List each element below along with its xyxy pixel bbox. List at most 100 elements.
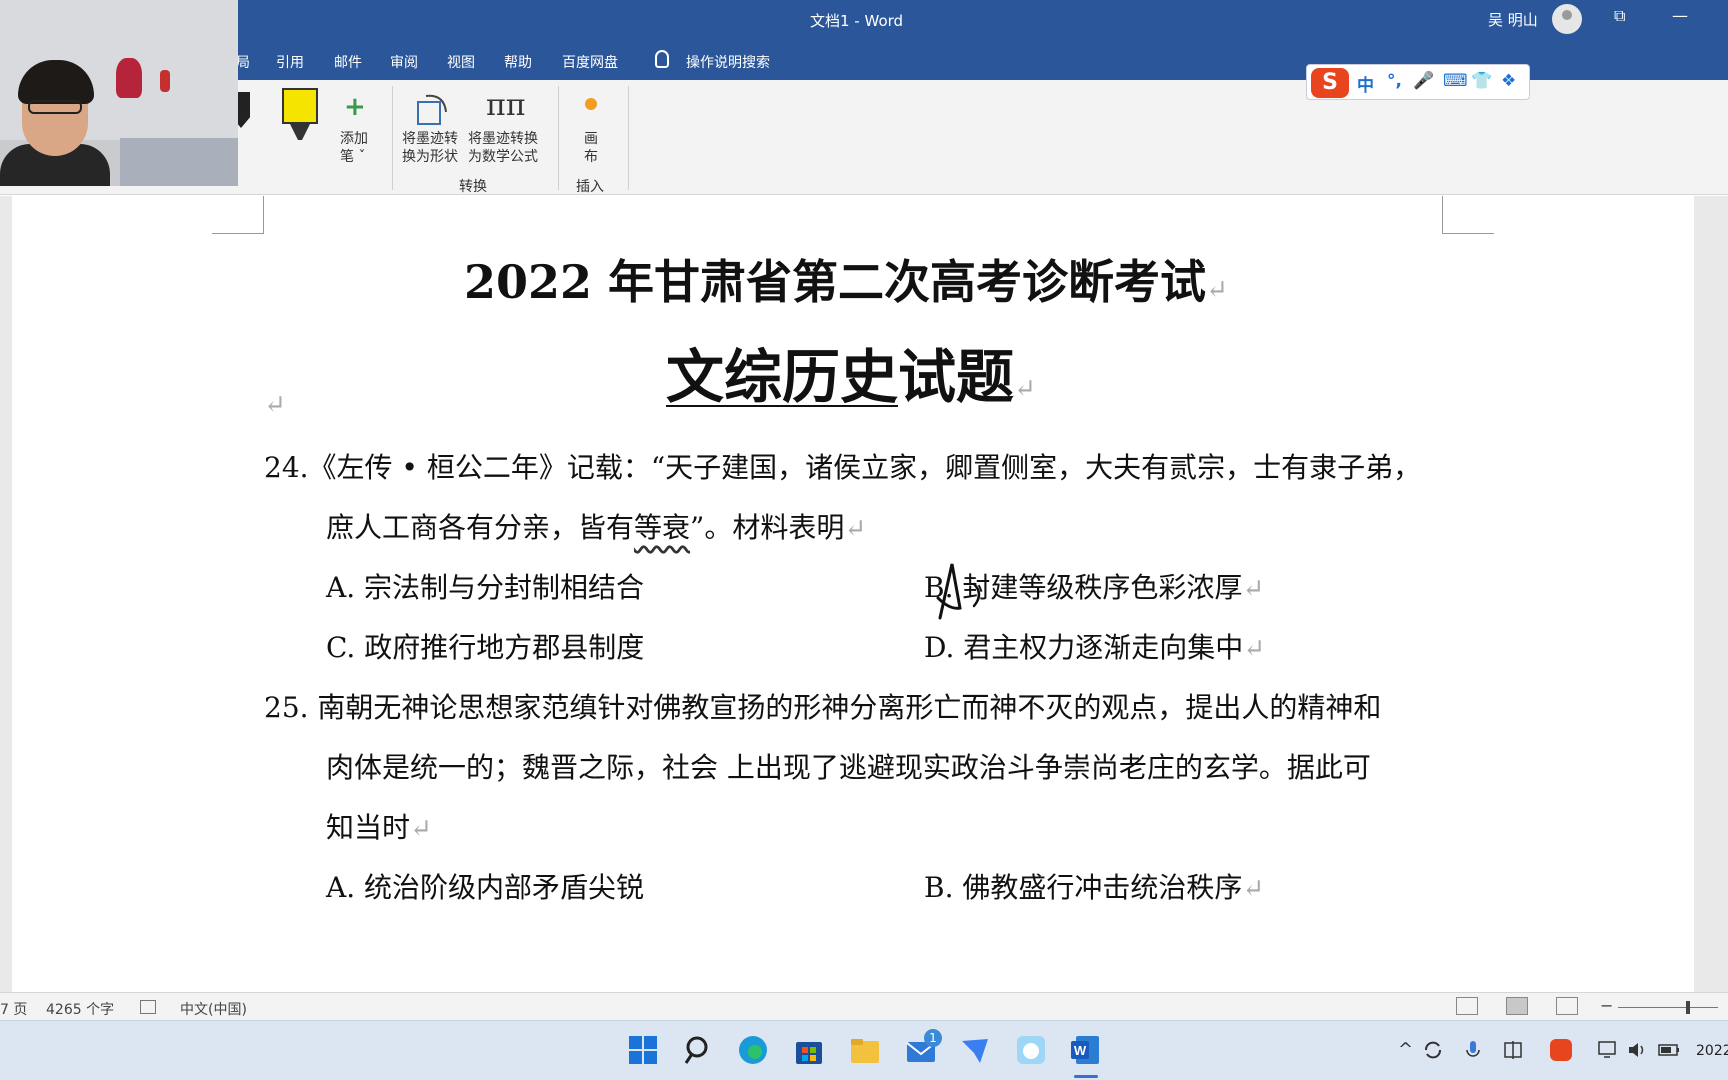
q25-option-b[interactable]: B. 佛教盛行冲击统治秩序↵ bbox=[924, 866, 1264, 906]
q24-option-d[interactable]: D. 君主权力逐渐走向集中↵ bbox=[924, 626, 1265, 666]
lightbulb-icon[interactable] bbox=[655, 50, 669, 68]
user-name[interactable]: 吴 明山 bbox=[1488, 9, 1538, 30]
status-bar: 7 页 4265 个字 中文(中国) − bbox=[0, 992, 1728, 1020]
q24-option-a[interactable]: A. 宗法制与分封制相结合 bbox=[326, 566, 644, 606]
highlighter-icon[interactable] bbox=[282, 88, 318, 124]
empty-paragraph[interactable]: ↵ bbox=[264, 390, 286, 420]
ime-chinese-mode[interactable]: 中 bbox=[1357, 71, 1374, 96]
page-corner-mark bbox=[1442, 196, 1494, 234]
user-avatar-icon[interactable] bbox=[1552, 4, 1582, 34]
web-layout-button[interactable] bbox=[1556, 997, 1578, 1015]
search-icon[interactable] bbox=[682, 1033, 716, 1067]
tab-review[interactable]: 审阅 bbox=[390, 52, 418, 72]
question-24-line-2[interactable]: 庶人工商各有分亲，皆有等衰”。材料表明↵ bbox=[326, 506, 866, 546]
ribbon-separator bbox=[558, 86, 559, 190]
question-25-line-1[interactable]: 25. 南朝无神论思想家范缜针对佛教宣扬的形神分离形亡而神不灭的观点，提出人的精… bbox=[264, 686, 1381, 726]
network-icon[interactable] bbox=[1596, 1039, 1620, 1061]
paragraph-mark: ↵ bbox=[1242, 574, 1265, 604]
tab-layout[interactable]: 局 bbox=[236, 52, 250, 72]
start-windows-icon[interactable] bbox=[626, 1033, 660, 1067]
ime-skin-icon[interactable]: 👕 bbox=[1471, 71, 1492, 91]
q24-text-a: 庶人工商各有分亲，皆有 bbox=[326, 511, 635, 544]
file-explorer-icon[interactable] bbox=[848, 1033, 882, 1067]
read-mode-button[interactable] bbox=[1456, 997, 1478, 1015]
doc-title[interactable]: 2022 年甘肃省第二次高考诊断考试↵ bbox=[464, 246, 1228, 312]
zoom-out-button[interactable]: − bbox=[1600, 996, 1613, 1015]
zoom-slider-thumb[interactable] bbox=[1686, 1001, 1690, 1014]
ribbon-display-options-icon[interactable]: ⧉ bbox=[1614, 6, 1625, 26]
tab-baidu-netdisk[interactable]: 百度网盘 bbox=[562, 52, 618, 72]
question-24-line-1[interactable]: 24.《左传 • 桓公二年》记载：“天子建国，诸侯立家，卿置侧室，大夫有贰宗，士… bbox=[264, 446, 1421, 486]
feishu-icon[interactable] bbox=[958, 1033, 992, 1067]
sogou-tray-icon[interactable] bbox=[1548, 1037, 1574, 1063]
ime-toolbox-icon[interactable]: ❖ bbox=[1501, 71, 1516, 91]
paragraph-mark: ↵ bbox=[1206, 275, 1228, 305]
add-pen-dropdown[interactable]: 笔 ˇ bbox=[340, 148, 365, 166]
canvas-label-1[interactable]: 画 bbox=[584, 130, 598, 148]
doc-title-text: 2022 年甘肃省第二次高考诊断考试 bbox=[464, 255, 1207, 309]
q24-option-c[interactable]: C. 政府推行地方郡县制度 bbox=[326, 626, 644, 666]
proofing-icon[interactable] bbox=[140, 1000, 156, 1014]
paragraph-mark: ↵ bbox=[844, 514, 867, 544]
tray-overflow-icon[interactable]: ^ bbox=[1398, 1039, 1413, 1060]
language-indicator[interactable]: 中文(中国) bbox=[180, 999, 247, 1019]
tab-view[interactable]: 视图 bbox=[447, 52, 475, 72]
document-area[interactable]: 2022 年甘肃省第二次高考诊断考试↵ 文综历史试题↵ ↵ 24.《左传 • 桓… bbox=[0, 196, 1728, 992]
tab-mailings[interactable]: 邮件 bbox=[334, 52, 362, 72]
sogou-logo-icon[interactable]: S bbox=[1311, 68, 1349, 98]
group-insert-label: 插入 bbox=[576, 179, 604, 195]
word-app-icon[interactable]: W bbox=[1068, 1033, 1102, 1067]
taskbar: 1 W ^ 2022 bbox=[0, 1020, 1728, 1080]
word-count[interactable]: 4265 个字 bbox=[46, 999, 114, 1019]
clock[interactable]: 2022 bbox=[1696, 1043, 1728, 1059]
zoom-slider[interactable] bbox=[1618, 1007, 1718, 1008]
q25-option-b-text: B. 佛教盛行冲击统治秩序 bbox=[924, 871, 1243, 904]
question-25-line-3[interactable]: 知当时↵ bbox=[326, 806, 432, 846]
canvas-icon[interactable] bbox=[585, 98, 597, 110]
microphone-icon[interactable] bbox=[1462, 1039, 1484, 1061]
question-25-line-2[interactable]: 肉体是统一的；魏晋之际，社会 上出现了逃避现实政治斗争崇尚老庄的玄学。据此可 bbox=[326, 746, 1371, 786]
group-convert-label: 转换 bbox=[459, 179, 487, 195]
page-count[interactable]: 7 页 bbox=[0, 999, 27, 1019]
ink-to-shape-icon[interactable] bbox=[414, 92, 452, 130]
doc-subtitle-rest: 试题 bbox=[898, 343, 1015, 411]
edge-browser-icon[interactable] bbox=[736, 1033, 770, 1067]
doc-subtitle[interactable]: 文综历史试题↵ bbox=[666, 330, 1036, 414]
add-pen-label[interactable]: 添加 bbox=[340, 130, 368, 148]
print-layout-button[interactable] bbox=[1506, 997, 1528, 1015]
webcam-overlay bbox=[0, 0, 238, 186]
battery-icon[interactable] bbox=[1656, 1039, 1682, 1061]
document-page[interactable]: 2022 年甘肃省第二次高考诊断考试↵ 文综历史试题↵ ↵ 24.《左传 • 桓… bbox=[12, 196, 1694, 992]
ime-voice-icon[interactable]: 🎤 bbox=[1413, 71, 1434, 91]
active-app-indicator bbox=[1074, 1075, 1098, 1078]
paragraph-mark: ↵ bbox=[410, 814, 432, 844]
minimize-button[interactable]: — bbox=[1672, 6, 1688, 25]
input-method-icon[interactable] bbox=[1502, 1039, 1524, 1061]
tab-help[interactable]: 帮助 bbox=[504, 52, 532, 72]
volume-icon[interactable] bbox=[1626, 1039, 1650, 1061]
ink-to-math-label-1[interactable]: 将墨迹转换 bbox=[468, 130, 538, 148]
paragraph-mark: ↵ bbox=[1242, 874, 1265, 904]
ink-to-math-label-2[interactable]: 为数学公式 bbox=[468, 148, 538, 166]
live-app-icon[interactable] bbox=[1014, 1033, 1048, 1067]
add-pen-icon[interactable]: + bbox=[344, 92, 366, 122]
svg-text:W: W bbox=[1074, 1043, 1087, 1058]
webcam-decoration bbox=[116, 58, 142, 98]
ime-punctuation-icon[interactable]: °, bbox=[1387, 71, 1402, 91]
q25-line-3-text: 知当时 bbox=[326, 811, 411, 844]
ink-to-shape-label-2[interactable]: 换为形状 bbox=[402, 148, 458, 166]
ink-answer-a-icon bbox=[936, 563, 981, 620]
canvas-label-2[interactable]: 布 bbox=[584, 148, 598, 166]
ime-toolbar[interactable]: S 中 °, 🎤 ⌨ 👕 ❖ bbox=[1306, 64, 1530, 100]
ink-to-shape-label-1[interactable]: 将墨迹转 bbox=[402, 130, 458, 148]
tell-me-search[interactable]: 操作说明搜索 bbox=[686, 52, 770, 72]
ink-to-math-icon[interactable]: ππ bbox=[486, 88, 525, 123]
store-icon[interactable] bbox=[792, 1033, 826, 1067]
webcam-decoration bbox=[160, 70, 170, 92]
doc-subtitle-underlined: 文综历史 bbox=[666, 343, 899, 411]
sync-icon[interactable] bbox=[1422, 1039, 1444, 1061]
highlighter-tip-icon bbox=[290, 124, 310, 140]
q25-option-a[interactable]: A. 统治阶级内部矛盾尖锐 bbox=[326, 866, 644, 906]
ime-keyboard-icon[interactable]: ⌨ bbox=[1443, 71, 1468, 91]
tab-references[interactable]: 引用 bbox=[276, 52, 304, 72]
